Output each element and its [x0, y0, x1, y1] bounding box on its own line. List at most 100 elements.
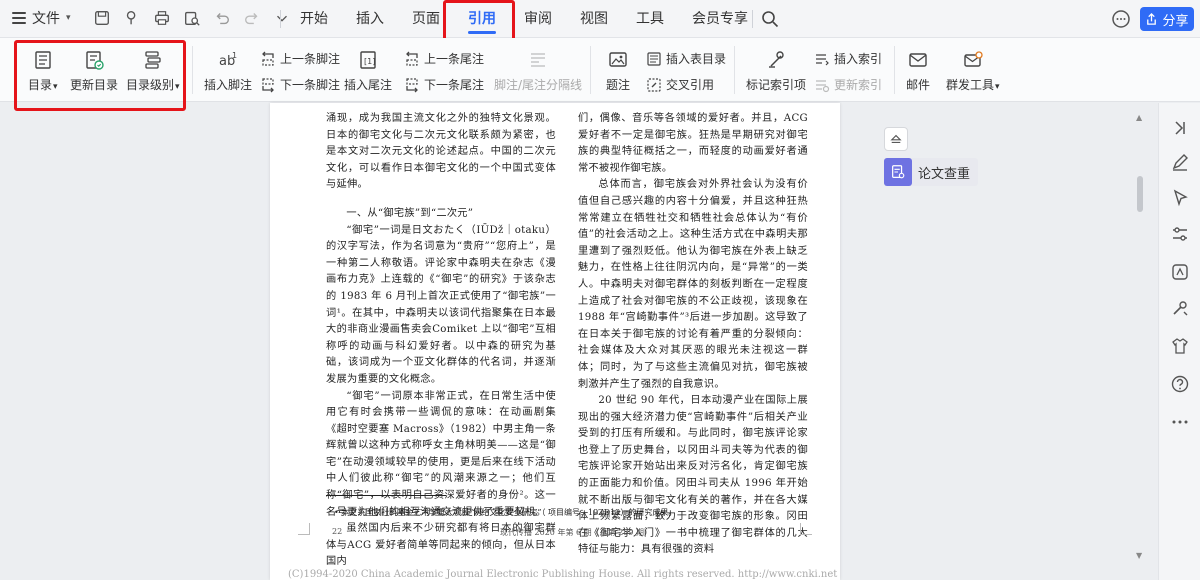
insert-index-label: 插入索引 — [834, 52, 883, 66]
print-preview-icon[interactable] — [182, 8, 202, 28]
vertical-scrollbar[interactable]: ▲ ▼ — [1134, 103, 1146, 580]
divider — [280, 10, 281, 28]
next-endnote-icon — [406, 77, 418, 92]
share-icon — [1147, 12, 1157, 25]
update-index-button[interactable]: 更新索引 — [814, 76, 882, 93]
search-icon[interactable] — [760, 9, 780, 29]
tools-icon[interactable] — [1169, 297, 1191, 319]
quick-access-toolbar — [92, 8, 292, 28]
page-corner-mark — [298, 523, 310, 535]
divider — [894, 46, 895, 94]
mark-index-entry-button[interactable]: 标记索引项 — [746, 48, 806, 93]
paper-check-button[interactable]: 论文查重 — [884, 158, 978, 186]
collapse-arrow-icon[interactable] — [1169, 117, 1191, 139]
right-column: 们，偶像、音乐等各领域的爱好者。并且，ACG 爱好者不一定是御宅族。狂热是早期研… — [578, 111, 808, 559]
mass-mail-tools-label: 群发工具 — [946, 78, 995, 92]
tab-view[interactable]: 视图 — [566, 0, 622, 38]
endnote-icon: [1] — [356, 48, 380, 72]
section-heading: 一、从“御宅族”到“二次元” — [346, 207, 474, 219]
insert-table-of-figures-label: 插入表目录 — [666, 52, 727, 66]
divider — [590, 46, 591, 94]
chat-icon[interactable] — [1110, 8, 1132, 34]
tab-home[interactable]: 开始 — [286, 0, 342, 38]
separator-line-button[interactable]: 脚注/尾注分隔线 — [494, 48, 582, 93]
mass-mail-icon — [961, 48, 985, 72]
tab-tools[interactable]: 工具 — [622, 0, 678, 38]
paragraph: “御宅”一词是日文おたく（IŪDž｜otaku）的汉字写法，作为名词意为“贵府”… — [326, 224, 556, 385]
scroll-down-icon[interactable]: ▼ — [1136, 551, 1142, 560]
sliders-icon[interactable] — [1169, 223, 1191, 245]
paragraph: 总体而言，御宅族会对外界社会认为没有价值但自己感兴趣的内容十分偏爱，并且这种狂热… — [578, 179, 808, 390]
right-toolbar — [1158, 103, 1200, 580]
next-footnote-button[interactable]: 下一条脚注 — [260, 76, 340, 93]
prev-endnote-label: 上一条尾注 — [424, 52, 485, 66]
document-page[interactable]: 涌现，成为我国主流文化之外的独特文化景观。日本的御宅文化与二次元文化联系颇为紧密… — [270, 103, 840, 580]
caption-icon — [606, 48, 630, 72]
svg-text:[1]: [1] — [364, 57, 375, 66]
next-endnote-button[interactable]: 下一条尾注 — [404, 76, 484, 93]
paragraph: “御宅”一词原本非常正式，在日常生活中使用它有时会携带一些调侃的意味：在动画剧集… — [326, 390, 556, 518]
format-painter-icon[interactable] — [122, 8, 142, 28]
mail-button[interactable]: 邮件 — [906, 48, 930, 93]
caption-label: 题注 — [606, 78, 631, 92]
mark-index-icon — [764, 48, 788, 72]
mail-label: 邮件 — [906, 78, 931, 92]
prev-endnote-icon — [406, 51, 418, 66]
share-button[interactable]: 分享 — [1140, 7, 1194, 31]
tab-member[interactable]: 会员专享 — [678, 0, 762, 38]
shirt-icon[interactable] — [1169, 335, 1191, 357]
insert-footnote-label: 插入脚注 — [204, 78, 253, 92]
prev-footnote-button[interactable]: 上一条脚注 — [260, 50, 340, 67]
ribbon-highlight-box — [14, 40, 186, 111]
insert-footnote-button[interactable]: ab 1 插入脚注 — [204, 48, 252, 93]
undo-icon[interactable] — [212, 8, 232, 28]
mass-mail-tools-button[interactable]: 群发工具▾ — [946, 48, 1000, 93]
tab-review[interactable]: 审阅 — [510, 0, 566, 38]
paragraph: 们，偶像、音乐等各领域的爱好者。并且，ACG 爱好者不一定是御宅族。狂热是早期研… — [578, 113, 808, 174]
paper-check-icon — [884, 158, 912, 186]
next-footnote-icon — [262, 77, 274, 92]
watermark-text: (C)1994-2020 China Academic Journal Elec… — [288, 569, 838, 580]
divider — [752, 10, 753, 28]
cross-reference-button[interactable]: 交叉引用 — [646, 76, 714, 93]
separator-line-label: 脚注/尾注分隔线 — [494, 78, 583, 92]
mail-icon — [906, 48, 930, 72]
divider — [734, 46, 735, 94]
scroll-up-icon[interactable]: ▲ — [1136, 113, 1142, 122]
scroll-thumb[interactable] — [1137, 176, 1143, 212]
divider — [192, 46, 193, 94]
next-endnote-label: 下一条尾注 — [424, 78, 485, 92]
footnote-separator — [326, 495, 446, 496]
more-icon[interactable] — [1169, 411, 1191, 433]
page-number: 22 — [332, 527, 343, 536]
pen-icon[interactable] — [1169, 151, 1191, 173]
paragraph: 涌现，成为我国主流文化之外的独特文化景观。日本的御宅文化与二次元文化联系颇为紧密… — [326, 113, 556, 191]
insert-table-of-figures-button[interactable]: 插入表目录 — [646, 50, 726, 67]
prev-footnote-icon — [262, 51, 274, 66]
save-icon[interactable] — [92, 8, 112, 28]
insert-index-button[interactable]: 插入索引 — [814, 50, 882, 67]
caption-button[interactable]: 题注 — [606, 48, 630, 93]
chevron-down-icon: ▾ — [66, 13, 71, 23]
collapse-panel-button[interactable] — [884, 127, 908, 151]
menu-icon — [12, 12, 26, 24]
separator-line-icon — [526, 48, 550, 72]
print-icon[interactable] — [152, 8, 172, 28]
help-icon[interactable] — [1169, 373, 1191, 395]
tab-insert[interactable]: 插入 — [342, 0, 398, 38]
mark-index-entry-label: 标记索引项 — [746, 78, 807, 92]
footnote-icon: ab 1 — [216, 48, 240, 72]
redo-icon[interactable] — [242, 8, 262, 28]
file-menu[interactable]: 文件 ▾ — [12, 8, 71, 28]
insert-index-icon — [816, 53, 829, 65]
ai-writing-icon[interactable] — [1169, 261, 1191, 283]
svg-text:1: 1 — [232, 51, 237, 60]
table-of-figures-icon — [647, 51, 661, 66]
cross-reference-label: 交叉引用 — [666, 78, 715, 92]
page-footer: 现代传播 2020 年第 6 期（总第 289 期） — [500, 528, 652, 537]
update-index-label: 更新索引 — [834, 78, 883, 92]
prev-endnote-button[interactable]: 上一条尾注 — [404, 50, 484, 67]
prev-footnote-label: 上一条脚注 — [280, 52, 341, 66]
cursor-icon[interactable] — [1169, 187, 1191, 209]
insert-endnote-button[interactable]: [1] 插入尾注 — [344, 48, 392, 93]
